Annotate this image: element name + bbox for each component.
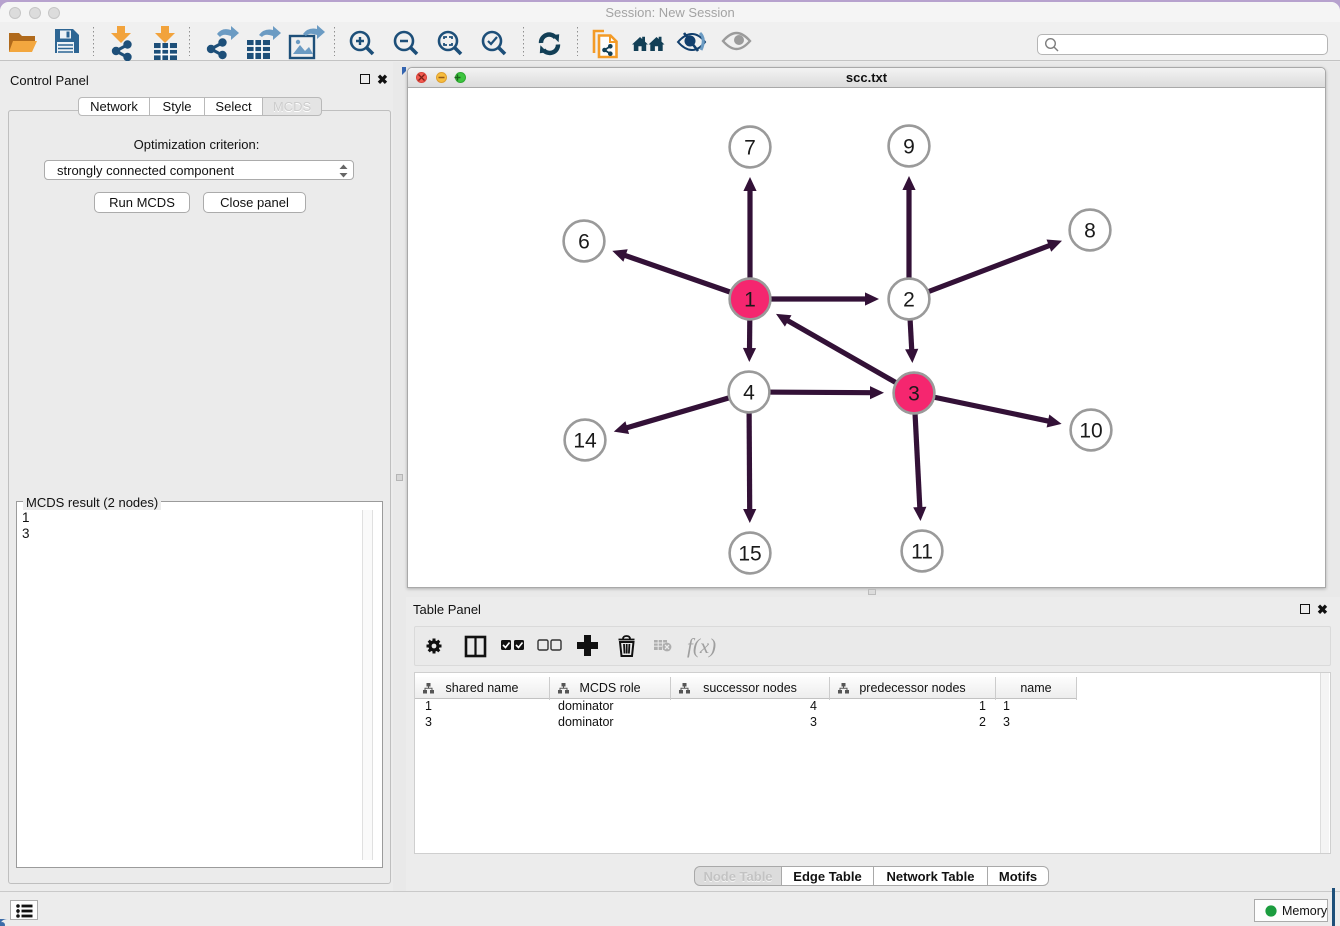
svg-text:6: 6 [578,231,590,254]
svg-text:14: 14 [573,430,597,453]
svg-text:7: 7 [744,137,756,160]
svg-text:3: 3 [908,383,920,406]
svg-text:4: 4 [743,382,755,405]
svg-text:9: 9 [903,136,915,159]
svg-text:15: 15 [738,543,761,566]
svg-text:2: 2 [903,289,915,312]
svg-text:f(x): f(x) [687,634,716,658]
svg-text:8: 8 [1084,220,1096,243]
svg-text:11: 11 [911,541,933,564]
svg-text:1: 1 [744,289,756,312]
svg-text:10: 10 [1079,420,1102,443]
